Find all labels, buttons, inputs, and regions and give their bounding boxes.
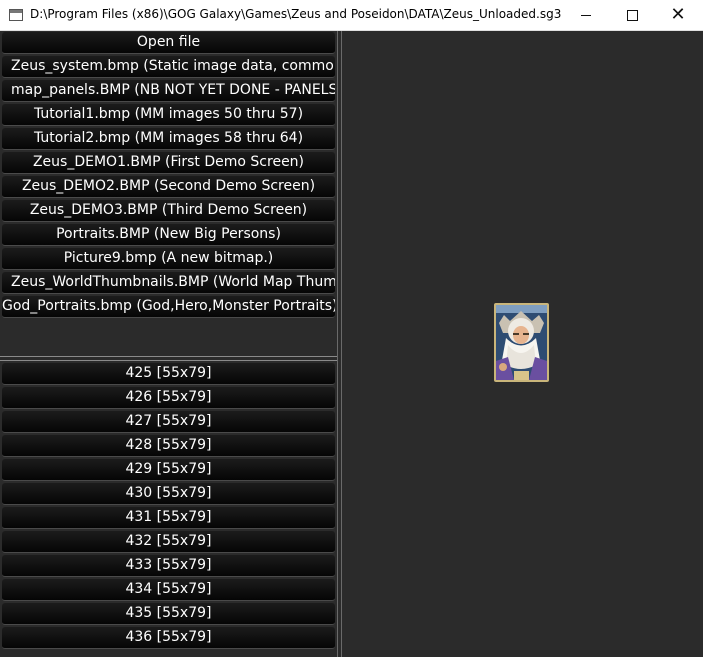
horizontal-splitter[interactable] — [0, 356, 337, 361]
close-button[interactable]: ✕ — [655, 0, 701, 30]
file-list-item[interactable]: Zeus_DEMO2.BMP (Second Demo Screen) — [2, 176, 335, 198]
maximize-button[interactable] — [609, 0, 655, 30]
file-list-item[interactable]: Zeus_WorldThumbnails.BMP (World Map Thum… — [2, 272, 335, 294]
file-list-item[interactable]: Zeus_DEMO1.BMP (First Demo Screen) — [2, 152, 335, 174]
image-list-item[interactable]: 436 [55x79] — [2, 627, 335, 649]
minimize-button[interactable] — [563, 0, 609, 30]
left-panel: Open file Zeus_system.bmp (Static image … — [0, 31, 337, 657]
zeus-portrait-image — [494, 303, 549, 382]
image-list-item[interactable]: 434 [55x79] — [2, 579, 335, 601]
image-list-item[interactable]: 435 [55x79] — [2, 603, 335, 625]
open-file-button[interactable]: Open file — [2, 32, 335, 54]
file-list-item[interactable]: God_Portraits.bmp (God,Hero,Monster Port… — [2, 296, 335, 318]
file-list-item[interactable]: Zeus_DEMO3.BMP (Third Demo Screen) — [2, 200, 335, 222]
maximize-icon — [626, 9, 638, 21]
image-list-item[interactable]: 425 [55x79] — [2, 363, 335, 385]
file-list-item[interactable]: Picture9.bmp (A new bitmap.) — [2, 248, 335, 270]
image-viewer — [342, 31, 703, 657]
title-bar: D:\Program Files (x86)\GOG Galaxy\Games\… — [0, 0, 703, 31]
image-list-item[interactable]: 430 [55x79] — [2, 483, 335, 505]
app-icon — [9, 9, 23, 21]
file-list-item[interactable]: Tutorial2.bmp (MM images 58 thru 64) — [2, 128, 335, 150]
image-list-item[interactable]: 427 [55x79] — [2, 411, 335, 433]
file-list-item[interactable]: Zeus_system.bmp (Static image data, comm… — [2, 56, 335, 78]
image-list-item[interactable]: 431 [55x79] — [2, 507, 335, 529]
image-list-item[interactable]: 429 [55x79] — [2, 459, 335, 481]
image-list-item[interactable]: 433 [55x79] — [2, 555, 335, 577]
file-list-item[interactable]: Tutorial1.bmp (MM images 50 thru 57) — [2, 104, 335, 126]
file-list-item[interactable]: Portraits.BMP (New Big Persons) — [2, 224, 335, 246]
close-icon: ✕ — [670, 4, 686, 25]
image-list-item[interactable]: 426 [55x79] — [2, 387, 335, 409]
image-list-item[interactable]: 428 [55x79] — [2, 435, 335, 457]
file-list-item[interactable]: map_panels.BMP (NB NOT YET DONE - PANELS… — [2, 80, 335, 102]
minimize-icon — [581, 14, 591, 16]
image-list-item[interactable]: 432 [55x79] — [2, 531, 335, 553]
window-title: D:\Program Files (x86)\GOG Galaxy\Games\… — [30, 7, 562, 21]
